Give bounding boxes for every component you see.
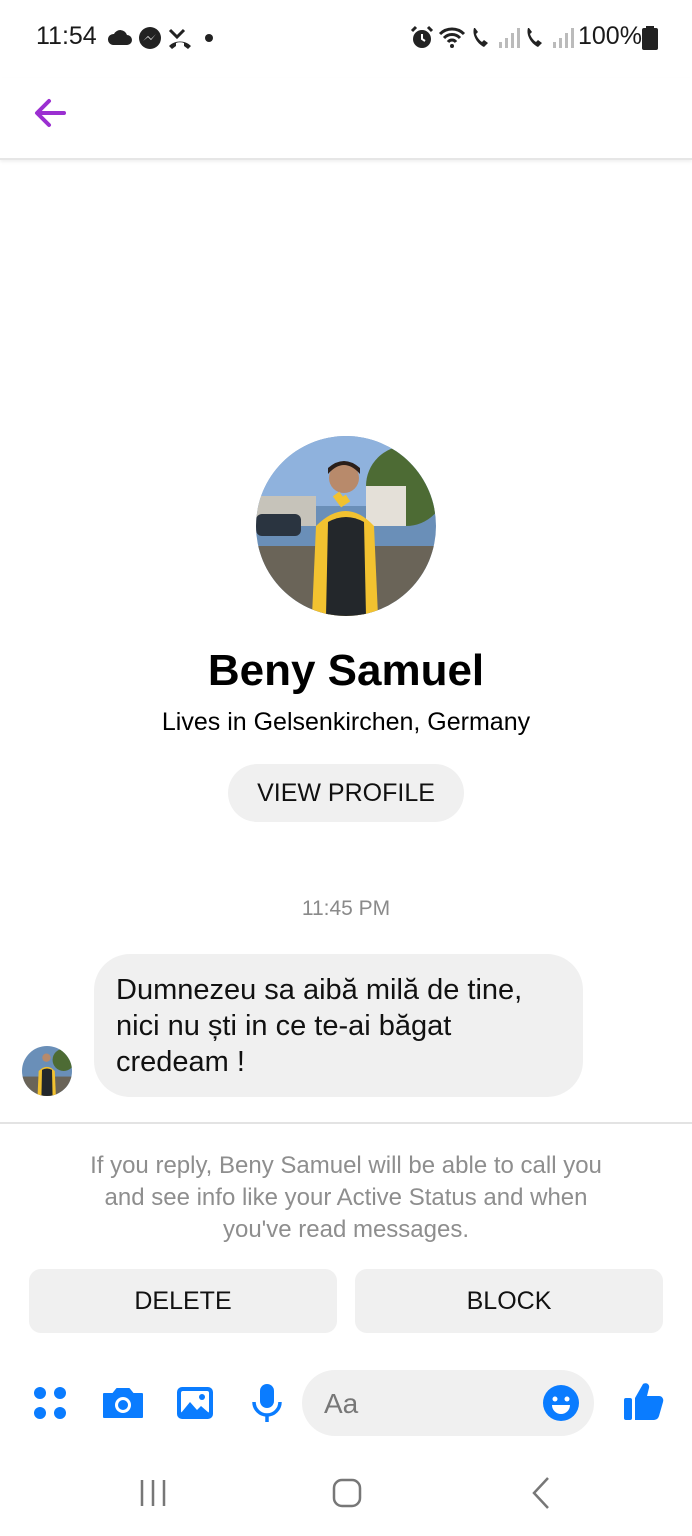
divider	[0, 1122, 692, 1124]
status-time: 11:54	[36, 22, 97, 50]
reply-notice-line: If you reply, Beny Samuel will be able t…	[90, 1152, 602, 1179]
profile-name: Beny Samuel	[207, 646, 485, 695]
call-sim1-icon	[473, 28, 488, 47]
message-input[interactable]: Aa	[302, 1370, 594, 1436]
profile-avatar[interactable]	[256, 436, 436, 616]
back-icon[interactable]	[516, 1470, 566, 1516]
battery-percentage: 100%	[578, 22, 642, 50]
dot-icon	[205, 34, 213, 42]
profile-location: Lives in Gelsenkirchen, Germany	[161, 708, 531, 736]
conversation-header	[0, 78, 692, 160]
emoji-icon[interactable]	[542, 1384, 580, 1422]
alarm-icon	[410, 25, 434, 48]
camera-icon[interactable]	[100, 1380, 146, 1426]
message-timestamp: 11:45 PM	[301, 897, 391, 920]
delete-button[interactable]: DELETE	[29, 1269, 337, 1333]
status-bar: 11:54 100%	[0, 0, 692, 78]
signal-icon	[499, 28, 520, 48]
battery-icon	[642, 26, 658, 50]
apps-icon[interactable]	[28, 1380, 74, 1426]
call-sim2-icon	[527, 28, 542, 47]
arrow-left-icon[interactable]	[28, 88, 78, 138]
view-profile-button[interactable]: VIEW PROFILE	[228, 764, 464, 822]
home-icon[interactable]	[322, 1470, 372, 1516]
message-text-line: nici nu ști in ce te-ai băgat	[116, 1010, 452, 1042]
reply-notice: If you reply, Beny Samuel will be able t…	[40, 1150, 652, 1246]
messenger-icon	[139, 27, 161, 49]
missed-call-icon	[168, 28, 191, 49]
block-button[interactable]: BLOCK	[355, 1269, 663, 1333]
message-text-line: Dumnezeu sa aibă milă de tine,	[116, 974, 523, 1006]
cloud-icon	[107, 30, 132, 45]
reply-notice-line: you've read messages.	[222, 1216, 470, 1243]
sender-avatar[interactable]	[22, 1046, 72, 1096]
message-bubble[interactable]: Dumnezeu sa aibă milă de tine, nici nu ș…	[94, 954, 583, 1097]
recents-icon[interactable]	[128, 1470, 178, 1516]
message-text-line: credeam !	[116, 1046, 245, 1078]
signal-icon	[553, 28, 574, 48]
gallery-icon[interactable]	[172, 1380, 218, 1426]
reply-notice-line: and see info like your Active Status and…	[104, 1184, 588, 1211]
message-input-placeholder: Aa	[324, 1388, 359, 1419]
thumbs-up-icon[interactable]	[620, 1378, 666, 1424]
microphone-icon[interactable]	[244, 1380, 290, 1426]
wifi-icon	[438, 27, 466, 48]
